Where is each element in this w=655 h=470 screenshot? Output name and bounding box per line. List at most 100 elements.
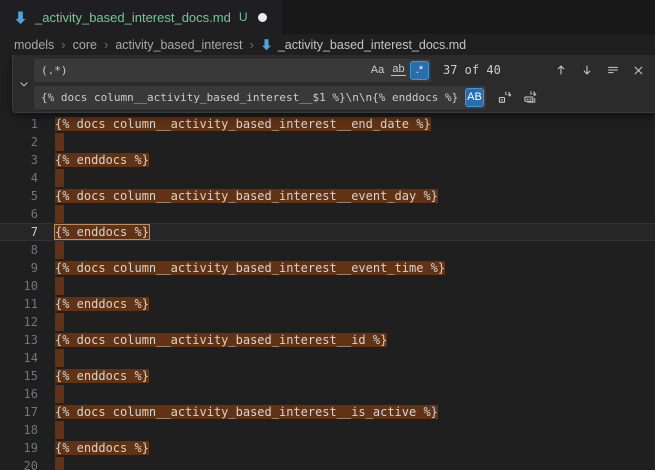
close-button[interactable]	[628, 60, 649, 81]
unsaved-changes-dot-icon[interactable]	[258, 13, 267, 22]
editor-line[interactable]: 13 {% docs column__activity_based_interes…	[0, 331, 655, 349]
match-case-icon: Aa	[371, 64, 384, 76]
line-content: {% enddocs %}	[55, 151, 149, 169]
tab-filename: _activity_based_interest_docs.md	[35, 10, 231, 25]
line-content	[55, 277, 64, 295]
find-match-highlight	[55, 457, 64, 470]
breadcrumb-separator: ›	[61, 37, 65, 52]
find-replace-widget: (.*) Aa ab .* 37 of 40	[12, 55, 655, 113]
editor-line[interactable]: 15 {% enddocs %}	[0, 367, 655, 385]
line-content: {% enddocs %}	[55, 223, 149, 241]
editor-line[interactable]: 2	[0, 133, 655, 151]
replace-row: {% docs column__activity_based_interest_…	[34, 86, 649, 109]
find-match-highlight	[55, 133, 64, 151]
line-content	[55, 169, 64, 187]
replace-all-icon	[523, 90, 538, 105]
editor-line[interactable]: 16	[0, 385, 655, 403]
preserve-case-button[interactable]: AB	[465, 88, 484, 107]
find-input[interactable]: (.*) Aa ab .*	[34, 59, 431, 82]
close-icon	[632, 64, 645, 77]
whole-word-button[interactable]: ab	[389, 61, 408, 80]
editor-line[interactable]: 19{% enddocs %}	[0, 439, 655, 457]
line-number: 2	[0, 133, 38, 151]
line-number: 14	[0, 349, 38, 367]
replace-all-button[interactable]	[520, 87, 541, 108]
editor-line[interactable]: 8	[0, 241, 655, 259]
breadcrumb-item-file[interactable]: _activity_based_interest_docs.md	[260, 38, 466, 52]
line-number: 17	[0, 403, 38, 421]
arrow-down-icon	[580, 63, 594, 77]
find-match-highlight	[55, 169, 64, 187]
find-match-highlight	[55, 205, 64, 223]
line-content	[55, 313, 64, 331]
find-match-highlight: {% docs column__activity_based_interest_…	[55, 261, 445, 275]
line-content	[55, 385, 64, 403]
line-content: {% enddocs %}	[55, 367, 149, 385]
find-match-highlight: {% enddocs %}	[55, 441, 149, 455]
line-content: {% docs column__activity_based_interest_…	[55, 187, 438, 205]
next-match-button[interactable]	[576, 60, 597, 81]
find-match-highlight: {% docs column__activity_based_interest_…	[55, 405, 438, 419]
editor-line[interactable]: 9{% docs column__activity_based_interest…	[0, 259, 655, 277]
line-content: {% docs column__activity_based_interest_…	[55, 115, 431, 133]
editor-pane[interactable]: 1 {% docs column__activity_based_interest…	[0, 55, 655, 470]
preserve-case-icon: AB	[467, 91, 482, 103]
git-status-badge: U	[239, 10, 248, 24]
tab-bar: _activity_based_interest_docs.md U	[0, 0, 655, 34]
previous-match-button[interactable]	[550, 60, 571, 81]
line-content	[55, 421, 64, 439]
editor-line[interactable]: 10	[0, 277, 655, 295]
find-match-highlight	[55, 385, 64, 403]
editor-line[interactable]: 3{% enddocs %}	[0, 151, 655, 169]
editor-line[interactable]: 12	[0, 313, 655, 331]
regex-button[interactable]: .*	[410, 61, 429, 80]
find-match-highlight: {% enddocs %}	[55, 369, 149, 383]
line-number: 15	[0, 367, 38, 385]
breadcrumb-item-activity-based-interest[interactable]: activity_based_interest	[114, 38, 243, 52]
editor-line[interactable]: 4	[0, 169, 655, 187]
find-row: (.*) Aa ab .* 37 of 40	[34, 59, 649, 82]
match-case-button[interactable]: Aa	[368, 61, 387, 80]
toggle-replace-button[interactable]	[13, 55, 34, 112]
markdown-file-icon	[13, 10, 28, 25]
breadcrumb: models › core › activity_based_interest …	[0, 34, 655, 55]
find-match-highlight: {% docs column__activity_based_interest_…	[55, 189, 438, 203]
whole-word-icon: ab	[391, 64, 405, 76]
editor-line[interactable]: 7{% enddocs %}	[0, 223, 655, 241]
line-content: {% docs column__activity_based_interest_…	[55, 403, 438, 421]
editor-line[interactable]: 1 {% docs column__activity_based_interest…	[0, 115, 655, 133]
editor-line[interactable]: 11 {% enddocs %}	[0, 295, 655, 313]
line-number: 1	[0, 115, 38, 133]
replace-icon	[497, 90, 512, 105]
line-number: 13	[0, 331, 38, 349]
regex-icon: .*	[416, 64, 423, 76]
find-match-highlight	[55, 421, 64, 439]
editor-line[interactable]: 6	[0, 205, 655, 223]
line-number: 11	[0, 295, 38, 313]
line-content	[55, 349, 64, 367]
breadcrumb-separator: ›	[249, 37, 253, 52]
find-match-highlight: {% enddocs %}	[55, 153, 149, 167]
line-content: {% enddocs %}	[55, 295, 149, 313]
tab-activity-based-interest-docs[interactable]: _activity_based_interest_docs.md U	[0, 0, 282, 34]
find-match-highlight: {% docs column__activity_based_interest_…	[55, 333, 387, 347]
line-content	[55, 241, 64, 259]
line-number: 4	[0, 169, 38, 187]
find-match-highlight	[55, 277, 64, 295]
find-in-selection-button[interactable]	[602, 60, 623, 81]
editor-line[interactable]: 5{% docs column__activity_based_interest…	[0, 187, 655, 205]
editor-line[interactable]: 20	[0, 457, 655, 470]
editor-line[interactable]: 17 {% docs column__activity_based_interes…	[0, 403, 655, 421]
editor-line[interactable]: 14	[0, 349, 655, 367]
line-number: 16	[0, 385, 38, 403]
current-find-match: {% enddocs %}	[55, 225, 149, 239]
breadcrumb-filename: _activity_based_interest_docs.md	[278, 38, 466, 52]
line-number: 18	[0, 421, 38, 439]
editor-line[interactable]: 18	[0, 421, 655, 439]
line-content	[55, 205, 64, 223]
breadcrumb-item-models[interactable]: models	[13, 38, 55, 52]
replace-button[interactable]	[494, 87, 515, 108]
find-match-highlight	[55, 349, 64, 367]
replace-input[interactable]: {% docs column__activity_based_interest_…	[34, 86, 486, 109]
breadcrumb-item-core[interactable]: core	[72, 38, 98, 52]
